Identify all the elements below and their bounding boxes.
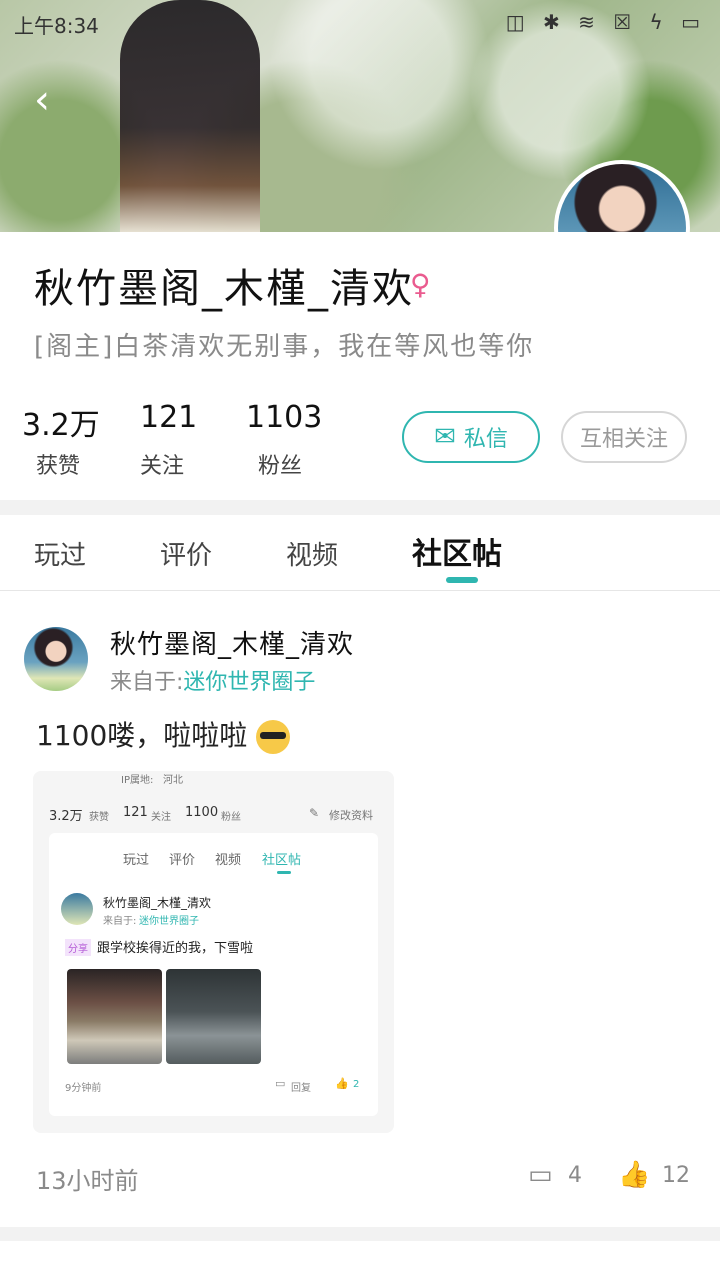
profile-name: 秋竹墨阁_木槿_清欢 — [34, 266, 414, 312]
tab-community-posts[interactable]: 社区帖 — [412, 529, 502, 573]
embedded-time: 9分钟前 — [65, 1083, 102, 1094]
mail-icon: ✉ — [434, 422, 456, 452]
next-post-card[interactable] — [0, 1241, 720, 1280]
post-avatar[interactable] — [24, 627, 88, 691]
embedded-followers-label: 粉丝 — [221, 812, 241, 823]
tab-reviews[interactable]: 评价 — [160, 535, 212, 572]
following-count[interactable]: 121 — [140, 400, 197, 435]
status-bar: 上午8:34 ◫ ✱ ≋ ☒ ϟ ▭ — [0, 0, 720, 48]
profile-tabs: 玩过 评价 视频 社区帖 — [0, 515, 720, 591]
embedded-like-icon: 👍 — [335, 1077, 349, 1090]
post-source: 来自于:迷你世界圈子 — [110, 664, 315, 696]
comment-icon[interactable]: ▭ — [528, 1160, 553, 1190]
embedded-likes-count: 3.2万 — [49, 809, 83, 824]
like-icon[interactable]: 👍 — [618, 1160, 650, 1190]
embedded-share-tag: 分享 — [65, 939, 91, 956]
embedded-followers-count: 1100 — [185, 805, 219, 820]
embedded-tab-indicator — [277, 871, 291, 874]
followers-label[interactable]: 粉丝 — [258, 448, 302, 480]
status-icons: ◫ ✱ ≋ ☒ ϟ ▭ — [505, 10, 706, 34]
embedded-ip-value: 河北 — [163, 775, 183, 786]
tab-indicator — [446, 577, 478, 583]
post-author[interactable]: 秋竹墨阁_木槿_清欢 — [110, 624, 354, 661]
embedded-reply-label: 回复 — [291, 1083, 311, 1094]
comment-count[interactable]: 4 — [568, 1163, 582, 1188]
embedded-likes-label: 获赞 — [89, 812, 109, 823]
embedded-photo-1 — [67, 969, 162, 1064]
tab-played[interactable]: 玩过 — [34, 535, 86, 572]
message-button-label: 私信 — [463, 427, 508, 452]
embedded-author: 秋竹墨阁_木槿_清欢 — [103, 896, 212, 910]
female-icon: ♀ — [410, 268, 431, 301]
embedded-source-prefix: 来自于: — [103, 916, 137, 927]
embedded-text: 跟学校挨得近的我，下雪啦 — [97, 941, 254, 956]
embedded-tab-played: 玩过 — [123, 853, 150, 868]
like-count[interactable]: 12 — [662, 1163, 690, 1188]
status-time: 上午8:34 — [14, 14, 99, 38]
tab-videos[interactable]: 视频 — [286, 535, 338, 572]
following-label[interactable]: 关注 — [140, 448, 184, 480]
embedded-avatar — [61, 893, 93, 925]
post-source-link[interactable]: 迷你世界圈子 — [183, 670, 315, 695]
post-text: 1100喽，啦啦啦 — [36, 714, 291, 754]
embedded-ip-label: IP属地: — [121, 775, 154, 786]
embedded-tab-videos: 视频 — [215, 853, 242, 868]
likes-label: 获赞 — [36, 454, 81, 479]
embedded-following-label: 关注 — [151, 812, 171, 823]
embedded-tab-community: 社区帖 — [262, 853, 302, 868]
embedded-source-link: 迷你世界圈子 — [139, 916, 199, 927]
embedded-like-count: 2 — [353, 1079, 360, 1090]
embedded-edit-label: 修改资料 — [329, 809, 373, 822]
post-image[interactable]: IP属地: 河北 3.2万 获赞 121 关注 1100 粉丝 ✎ 修改资料 玩… — [33, 771, 394, 1133]
embedded-edit-icon: ✎ — [309, 806, 320, 820]
message-button[interactable]: ✉ 私信 — [402, 411, 540, 463]
sunglasses-emoji-icon — [256, 720, 291, 754]
embedded-following-count: 121 — [123, 805, 148, 820]
embedded-photo-2 — [166, 969, 261, 1064]
back-icon[interactable]: ‹ — [34, 80, 74, 120]
profile-signature: [阁主]白茶清欢无别事，我在等风也等你 — [34, 332, 535, 362]
post-text-body: 1100喽，啦啦啦 — [36, 719, 248, 752]
follow-button[interactable]: 互相关注 — [561, 411, 687, 463]
post-time: 13小时前 — [36, 1167, 139, 1195]
followers-count[interactable]: 1103 — [246, 400, 322, 435]
post-source-prefix: 来自于: — [110, 670, 184, 695]
embedded-tab-reviews: 评价 — [169, 853, 196, 868]
likes-count: 3.2万 — [22, 408, 100, 443]
embedded-reply-icon: ▭ — [275, 1077, 286, 1090]
